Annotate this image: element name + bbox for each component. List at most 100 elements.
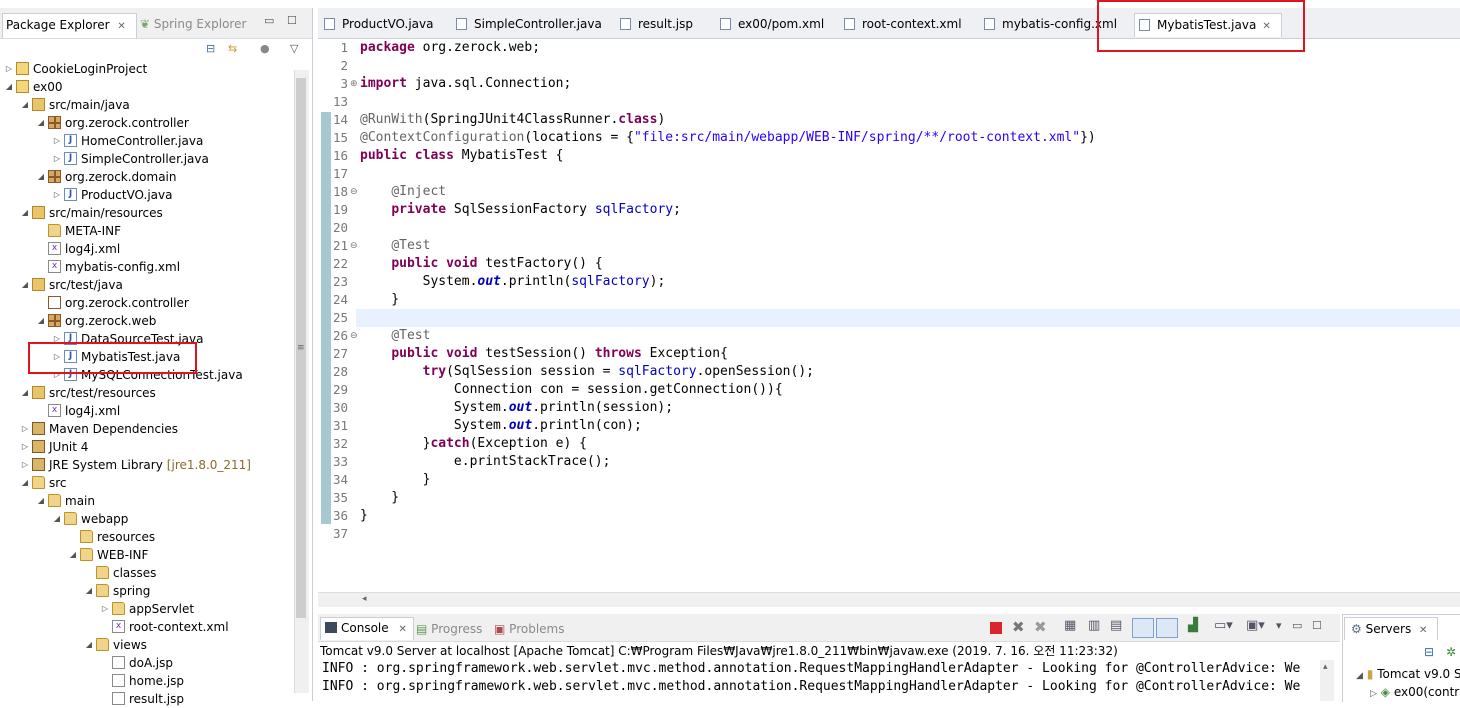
minimize-icon[interactable]: ▭ bbox=[1292, 619, 1302, 632]
tree-item[interactable]: ◢ src/main/java bbox=[20, 96, 130, 114]
tree-item[interactable]: log4j.xml bbox=[36, 402, 120, 420]
word-wrap-icon[interactable]: ▤ bbox=[1110, 618, 1122, 633]
tree-item[interactable]: ▷ JRE System Library [jre1.8.0_211] bbox=[20, 456, 251, 474]
collapsed-arrow-icon[interactable]: ▷ bbox=[4, 60, 14, 78]
collapse-all-icon[interactable]: ⊟ bbox=[1424, 645, 1434, 659]
expanded-arrow-icon[interactable]: ◢ bbox=[36, 312, 46, 330]
expanded-arrow-icon[interactable]: ◢ bbox=[20, 384, 30, 402]
collapsed-arrow-icon[interactable]: ▷ bbox=[20, 420, 30, 438]
console-tab[interactable]: Console ✕ bbox=[320, 617, 414, 640]
expanded-arrow-icon[interactable]: ◢ bbox=[20, 204, 30, 222]
maximize-icon[interactable]: ☐ bbox=[287, 14, 297, 27]
package-explorer-tab[interactable]: Package Explorer ✕ bbox=[2, 13, 137, 38]
expanded-arrow-icon[interactable]: ◢ bbox=[84, 582, 94, 600]
expanded-arrow-icon[interactable]: ◢ bbox=[84, 636, 94, 654]
tree-item[interactable]: org.zerock.controller bbox=[36, 294, 189, 312]
editor-horizontal-scrollbar[interactable] bbox=[318, 592, 1460, 607]
tree-item[interactable]: ▷ SimpleController.java bbox=[52, 150, 209, 168]
clear-console-icon[interactable]: ▦ bbox=[1064, 618, 1076, 633]
tree-item[interactable]: home.jsp bbox=[100, 672, 184, 690]
remove-all-launches-icon[interactable]: ✖ bbox=[1034, 618, 1047, 636]
expanded-arrow-icon[interactable]: ◢ bbox=[20, 96, 30, 114]
tree-item[interactable]: ◢ src/main/resources bbox=[20, 204, 163, 222]
editor-tab[interactable]: SimpleController.java bbox=[452, 13, 602, 36]
pin-console-icon[interactable]: ▟ bbox=[1188, 618, 1198, 633]
tree-item[interactable]: ▷ Maven Dependencies bbox=[20, 420, 178, 438]
collapsed-arrow-icon[interactable]: ▷ bbox=[52, 132, 62, 150]
java-editor[interactable] bbox=[318, 8, 1460, 608]
tree-item[interactable]: ◢ src/test/resources bbox=[20, 384, 156, 402]
tree-item[interactable]: ▷ CookieLoginProject bbox=[4, 60, 147, 78]
remove-launch-icon[interactable]: ✖ bbox=[1012, 618, 1025, 636]
minimize-icon[interactable]: ▭ bbox=[264, 14, 274, 27]
editor-tab[interactable]: ex00/pom.xml bbox=[716, 13, 824, 36]
collapse-fold-icon[interactable]: ⊖ bbox=[350, 237, 358, 255]
editor-tab[interactable]: result.jsp bbox=[616, 13, 693, 36]
tree-item[interactable]: ▷ appServlet bbox=[100, 600, 194, 618]
tree-item[interactable]: META-INF bbox=[36, 222, 121, 240]
scroll-up-arrow-icon[interactable]: ▴ bbox=[1323, 662, 1328, 672]
server-module-item[interactable]: ▷ ◈ ex00(contr bbox=[1370, 685, 1459, 699]
focus-task-icon[interactable]: ● bbox=[260, 42, 270, 55]
open-console-icon[interactable]: ▣▾ bbox=[1246, 618, 1265, 633]
servers-tab[interactable]: ⚙ Servers ✕ bbox=[1344, 617, 1438, 640]
collapsed-arrow-icon[interactable]: ▷ bbox=[52, 186, 62, 204]
close-icon[interactable]: ✕ bbox=[1419, 625, 1427, 636]
view-menu-icon[interactable]: ▾ bbox=[1276, 619, 1282, 632]
tree-item[interactable]: ◢ ex00 bbox=[4, 78, 63, 96]
tree-item[interactable]: ◢ src/test/java bbox=[20, 276, 123, 294]
close-icon[interactable]: ✕ bbox=[398, 624, 406, 635]
problems-tab[interactable]: ▣ Problems bbox=[494, 619, 564, 639]
expanded-arrow-icon[interactable]: ◢ bbox=[4, 78, 14, 96]
tree-item[interactable]: mybatis-config.xml bbox=[36, 258, 180, 276]
close-icon[interactable]: ✕ bbox=[117, 21, 125, 32]
tree-item[interactable]: ◢ spring bbox=[84, 582, 150, 600]
start-server-icon[interactable]: ✲ bbox=[1446, 645, 1456, 659]
tree-item[interactable]: ◢ main bbox=[36, 492, 95, 510]
tree-item[interactable]: result.jsp bbox=[100, 690, 184, 708]
collapsed-arrow-icon[interactable]: ▷ bbox=[20, 456, 30, 474]
maximize-icon[interactable]: ☐ bbox=[1312, 619, 1322, 632]
expanded-arrow-icon[interactable]: ◢ bbox=[52, 510, 62, 528]
expanded-arrow-icon[interactable]: ◢ bbox=[36, 114, 46, 132]
scroll-left-arrow-icon[interactable]: ◂ bbox=[362, 594, 367, 604]
tree-item[interactable]: ◢ src bbox=[20, 474, 67, 492]
tree-item[interactable]: ◢ org.zerock.domain bbox=[36, 168, 177, 186]
terminate-icon[interactable] bbox=[990, 622, 1002, 634]
expanded-arrow-icon[interactable]: ◢ bbox=[68, 546, 78, 564]
display-selected-console-icon[interactable]: ▭▾ bbox=[1214, 618, 1233, 633]
tree-item[interactable]: ▷ JUnit 4 bbox=[20, 438, 88, 456]
editor-tab[interactable]: root-context.xml bbox=[840, 13, 962, 36]
collapsed-arrow-icon[interactable]: ▷ bbox=[1370, 689, 1377, 699]
server-item[interactable]: ◢ ▮ Tomcat v9.0 S bbox=[1356, 667, 1460, 681]
show-console-on-output-icon[interactable] bbox=[1132, 618, 1154, 638]
tree-item[interactable]: doA.jsp bbox=[100, 654, 173, 672]
tree-item[interactable]: ◢ org.zerock.controller bbox=[36, 114, 189, 132]
tree-item[interactable]: ◢ org.zerock.web bbox=[36, 312, 156, 330]
show-console-on-error-icon[interactable] bbox=[1156, 618, 1178, 638]
progress-tab[interactable]: ▤ Progress bbox=[416, 619, 482, 639]
tree-item[interactable]: ◢ WEB-INF bbox=[68, 546, 148, 564]
tree-item[interactable]: classes bbox=[84, 564, 156, 582]
expanded-arrow-icon[interactable]: ◢ bbox=[36, 492, 46, 510]
expanded-arrow-icon[interactable]: ◢ bbox=[20, 474, 30, 492]
spring-explorer-tab[interactable]: ❦ Spring Explorer bbox=[140, 14, 246, 34]
expanded-arrow-icon[interactable]: ◢ bbox=[1356, 671, 1363, 681]
tree-item[interactable]: ◢ webapp bbox=[52, 510, 128, 528]
expanded-arrow-icon[interactable]: ◢ bbox=[20, 276, 30, 294]
tree-item[interactable]: ▷ ProductVO.java bbox=[52, 186, 172, 204]
scroll-lock-icon[interactable]: ▥ bbox=[1088, 618, 1100, 633]
expanded-arrow-icon[interactable]: ◢ bbox=[36, 168, 46, 186]
collapse-fold-icon[interactable]: ⊖ bbox=[350, 327, 358, 345]
collapse-all-icon[interactable]: ⊟ bbox=[206, 42, 215, 55]
tree-item[interactable]: resources bbox=[68, 528, 155, 546]
collapse-fold-icon[interactable]: ⊖ bbox=[350, 183, 358, 201]
tree-item[interactable]: ◢ views bbox=[84, 636, 147, 654]
tree-item[interactable]: root-context.xml bbox=[100, 618, 229, 636]
expand-fold-icon[interactable]: ⊕ bbox=[350, 75, 358, 93]
collapsed-arrow-icon[interactable]: ▷ bbox=[100, 600, 110, 618]
tree-item[interactable]: log4j.xml bbox=[36, 240, 120, 258]
tree-item[interactable]: ▷ HomeController.java bbox=[52, 132, 203, 150]
collapsed-arrow-icon[interactable]: ▷ bbox=[20, 438, 30, 456]
editor-tab[interactable]: ProductVO.java bbox=[320, 13, 433, 36]
